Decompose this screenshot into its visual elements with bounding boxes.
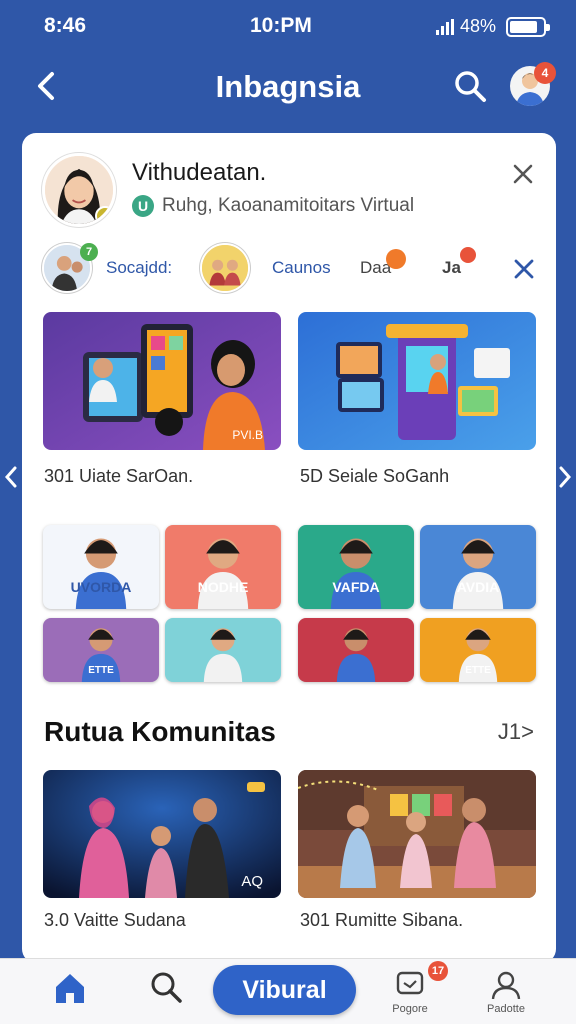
section-title: Rutua Komunitas — [44, 716, 276, 747]
nav-profile[interactable]: Padotte — [476, 963, 536, 1021]
chevron-left-icon — [4, 466, 17, 488]
page-title: Inbagnsia — [215, 69, 361, 104]
story-label-2[interactable]: Caunos — [272, 258, 331, 278]
community-caption-1: 3.0 Vaitte Sudana — [44, 910, 186, 930]
signal-icon — [436, 18, 454, 35]
grid-video-tile[interactable]: ETTE — [420, 618, 536, 682]
story-avatar-2[interactable] — [200, 243, 250, 293]
grid-video-tile[interactable] — [165, 618, 281, 682]
community-video-2[interactable] — [298, 770, 536, 898]
profile-avatar[interactable] — [42, 153, 116, 227]
group-badge: U — [132, 195, 154, 217]
grid-video-tile[interactable]: NODHE — [165, 525, 281, 609]
profile-button[interactable]: 4 — [510, 62, 556, 106]
video-overlay-text: PVI.B — [232, 428, 263, 442]
profile-header: Vithudeatan. U Ruhg, Kaoanamitoitars Vir… — [42, 153, 536, 233]
community-video-1[interactable]: AQ — [43, 770, 281, 898]
video-overlay-text: AQ — [241, 873, 263, 890]
story-label-4[interactable]: Ja — [442, 258, 461, 278]
grid-video-tile[interactable]: VAFDA — [298, 525, 414, 609]
profile-subtitle-text: Ruhg, Kaoanamitoitars Virtual — [162, 195, 415, 216]
home-icon — [56, 974, 84, 1003]
tile-illustration — [203, 628, 243, 682]
main-card: Vithudeatan. U Ruhg, Kaoanamitoitars Vir… — [22, 133, 556, 963]
bottom-navigation: Vibural 17 Pogore Padotte — [0, 958, 576, 1024]
nav-notifications[interactable]: 17 Pogore — [380, 961, 448, 1021]
tile-illustration — [336, 628, 376, 682]
verified-icon — [95, 206, 113, 224]
status-bar: 8:46 10:PM 48% — [0, 0, 576, 52]
community-caption-2: 301 Rumitte Sibana. — [300, 910, 464, 930]
tile-illustration — [75, 538, 127, 609]
tile-label: NODHE — [197, 579, 249, 595]
battery-text: 48% — [460, 16, 497, 36]
nav-label: Pogore — [392, 1003, 428, 1015]
nav-search[interactable] — [136, 963, 196, 1021]
nav-home[interactable] — [40, 963, 100, 1021]
scroll-left-arrow[interactable] — [2, 462, 20, 492]
tile-illustration — [197, 538, 249, 609]
battery-icon — [506, 16, 551, 37]
tile-label: UVORDA — [70, 579, 132, 595]
tile-label: VAFDA — [332, 579, 380, 595]
grid-video-tile[interactable]: UVORDA — [43, 525, 159, 609]
music-badge-icon — [460, 247, 476, 263]
tile-label: ETTE — [465, 665, 491, 676]
chevron-right-icon — [559, 466, 572, 488]
app-header: Inbagnsia 4 — [0, 52, 576, 122]
status-time-center: 10:PM — [250, 14, 312, 37]
profile-name: Vithudeatan. — [132, 159, 267, 186]
featured-video-2[interactable] — [298, 312, 536, 450]
grid-video-tile[interactable] — [298, 618, 414, 682]
tile-label: AVDIA — [456, 579, 500, 595]
notification-badge: 4 — [534, 62, 556, 84]
tile-label: ETTE — [88, 665, 114, 676]
status-right: 48% — [436, 16, 551, 37]
status-time-left: 8:46 — [44, 14, 87, 37]
dismiss-stories-button[interactable] — [512, 257, 536, 281]
close-button[interactable] — [510, 161, 536, 187]
scroll-right-arrow[interactable] — [556, 462, 574, 492]
flower-icon — [386, 249, 406, 269]
profile-subtitle: U Ruhg, Kaoanamitoitars Virtual — [132, 195, 414, 217]
story-row: 7 Socajdd: Caunos Daa Ja — [42, 243, 536, 295]
grid-video-tile[interactable]: ETTE — [43, 618, 159, 682]
notification-badge: 17 — [428, 961, 448, 981]
story-badge: 7 — [80, 243, 98, 261]
user-icon — [491, 971, 521, 1000]
message-icon — [396, 971, 424, 995]
tile-illustration — [452, 538, 504, 609]
tile-illustration — [330, 538, 382, 609]
story-label-1[interactable]: Socajdd: — [106, 258, 172, 278]
nav-primary-button[interactable]: Vibural — [213, 965, 356, 1015]
search-icon — [455, 71, 486, 102]
featured-video-1[interactable]: PVI.B — [43, 312, 281, 450]
close-icon — [514, 259, 534, 279]
search-icon — [151, 972, 182, 1003]
see-more-link[interactable]: J1> — [498, 719, 534, 745]
grid-video-tile[interactable]: AVDIA — [420, 525, 536, 609]
featured-caption-1: 301 Uiate SarOan. — [44, 466, 194, 486]
featured-caption-2: 5D Seiale SoGanh — [300, 466, 450, 486]
search-button[interactable] — [452, 68, 488, 104]
nav-label: Padotte — [487, 1003, 525, 1015]
close-icon — [513, 164, 533, 184]
